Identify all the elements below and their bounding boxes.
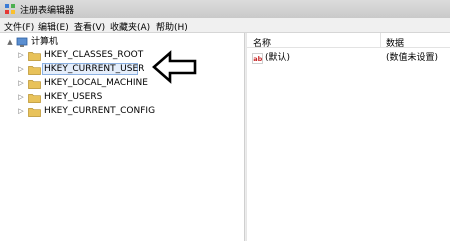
computer-icon <box>16 37 28 47</box>
collapse-icon[interactable]: ▲ <box>6 36 14 49</box>
menu-help[interactable]: 帮助(H) <box>156 20 188 33</box>
expand-icon[interactable]: ▷ <box>17 49 25 62</box>
values-header: 名称 数据 <box>247 33 450 49</box>
svg-text:ab: ab <box>253 55 262 63</box>
expand-icon[interactable]: ▷ <box>17 63 25 76</box>
title-bar: 注册表编辑器 <box>0 0 450 18</box>
value-name: (默认) <box>265 53 291 63</box>
tree-root-label: 计算机 <box>31 37 59 47</box>
folder-icon <box>28 66 41 75</box>
tree-node-label: HKEY_USERS <box>44 92 103 102</box>
menu-edit[interactable]: 编辑(E) <box>38 20 69 33</box>
tree-node-label: HKEY_CURRENT_CONFIG <box>44 106 156 116</box>
folder-icon <box>28 94 41 103</box>
folder-icon <box>28 108 41 117</box>
window-title: 注册表编辑器 <box>20 6 75 16</box>
folder-icon <box>28 80 41 89</box>
expand-icon[interactable]: ▷ <box>17 91 25 104</box>
tree-node-hkey-users[interactable]: ▷ HKEY_USERS <box>0 91 180 104</box>
folder-icon <box>28 52 41 61</box>
string-value-icon: ab <box>252 53 263 64</box>
values-list[interactable]: 名称 数据 ab (默认) (数值未设置) <box>247 33 450 241</box>
tree-node-hkey-current-config[interactable]: ▷ HKEY_CURRENT_CONFIG <box>0 105 180 118</box>
menu-bar: 文件(F) 编辑(E) 查看(V) 收藏夹(A) 帮助(H) <box>0 18 450 33</box>
value-data: (数值未设置) <box>386 53 439 63</box>
tree-node-label: HKEY_LOCAL_MACHINE <box>44 78 148 88</box>
tree-root[interactable]: ▲ 计算机 <box>0 36 120 49</box>
expand-icon[interactable]: ▷ <box>17 105 25 118</box>
menu-file[interactable]: 文件(F) <box>4 20 34 33</box>
column-header-data[interactable]: 数据 <box>386 36 404 49</box>
menu-view[interactable]: 查看(V) <box>74 20 105 33</box>
registry-editor-icon <box>5 4 15 14</box>
tree-node-label: HKEY_CURRENT_USER <box>44 64 145 74</box>
column-divider[interactable] <box>380 33 381 48</box>
expand-icon[interactable]: ▷ <box>17 77 25 90</box>
menu-favorites[interactable]: 收藏夹(A) <box>110 20 150 33</box>
arrow-left-icon <box>152 50 197 84</box>
value-row[interactable]: ab (默认) (数值未设置) <box>247 52 450 65</box>
tree-node-label: HKEY_CLASSES_ROOT <box>44 50 144 60</box>
column-header-name[interactable]: 名称 <box>253 36 271 49</box>
